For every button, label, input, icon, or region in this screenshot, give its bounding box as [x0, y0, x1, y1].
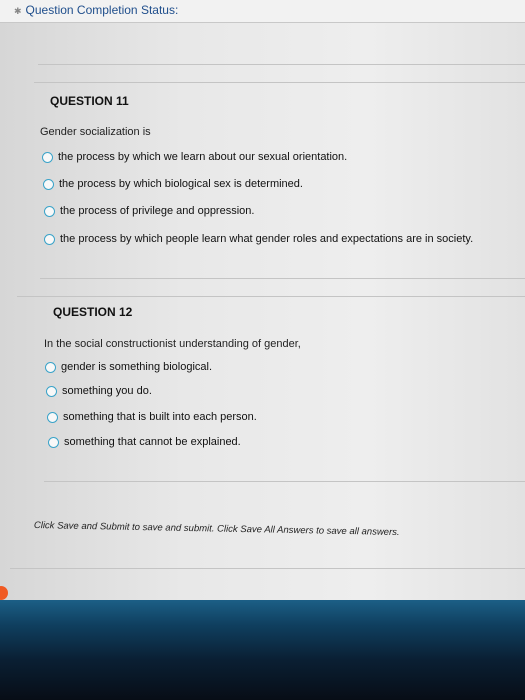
- expand-star-icon: ✱: [14, 6, 22, 16]
- question-11-option-1[interactable]: the process by which we learn about our …: [42, 151, 347, 163]
- radio-button[interactable]: [45, 361, 56, 373]
- divider: [17, 296, 525, 297]
- option-label: something that is built into each person…: [63, 411, 257, 423]
- radio-button[interactable]: [43, 178, 54, 190]
- question-11-title: QUESTION 11: [50, 94, 129, 108]
- question-completion-status-bar[interactable]: ✱ Question Completion Status:: [0, 0, 525, 23]
- question-12-option-4[interactable]: something that cannot be explained.: [48, 436, 241, 448]
- divider: [40, 278, 525, 279]
- question-completion-status-label: Question Completion Status:: [25, 3, 179, 17]
- option-label: gender is something biological.: [61, 361, 213, 373]
- question-completion-status-toggle[interactable]: ✱ Question Completion Status:: [14, 3, 178, 17]
- question-11-option-2[interactable]: the process by which biological sex is d…: [43, 178, 303, 190]
- radio-button[interactable]: [46, 385, 57, 397]
- question-12-option-3[interactable]: something that is built into each person…: [47, 411, 257, 423]
- assessment-page: ✱ Question Completion Status: QUESTION 11…: [0, 0, 525, 610]
- option-label: something you do.: [62, 385, 152, 397]
- divider: [44, 481, 525, 482]
- divider: [10, 568, 525, 569]
- divider: [38, 64, 525, 65]
- question-12-title: QUESTION 12: [53, 305, 133, 319]
- question-11-prompt: Gender socialization is: [40, 126, 151, 138]
- radio-button[interactable]: [48, 436, 59, 448]
- save-instructions: Click Save and Submit to save and submit…: [33, 520, 400, 539]
- divider: [34, 82, 525, 83]
- question-11-option-3[interactable]: the process of privilege and oppression.: [44, 205, 254, 217]
- screen-bottom-bezel: [0, 600, 525, 700]
- option-label: the process by which we learn about our …: [58, 151, 348, 163]
- radio-button[interactable]: [42, 151, 53, 163]
- radio-button[interactable]: [44, 205, 55, 217]
- option-label: the process of privilege and oppression.: [60, 205, 255, 217]
- radio-button[interactable]: [47, 411, 58, 423]
- radio-button[interactable]: [44, 233, 55, 245]
- option-label: the process by which biological sex is d…: [59, 178, 303, 190]
- question-11-option-4[interactable]: the process by which people learn what g…: [44, 233, 473, 245]
- question-12-option-2[interactable]: something you do.: [46, 385, 152, 397]
- question-12-prompt: In the social constructionist understand…: [44, 338, 301, 350]
- option-label: the process by which people learn what g…: [60, 233, 474, 245]
- question-12-option-1[interactable]: gender is something biological.: [45, 361, 212, 373]
- option-label: something that cannot be explained.: [64, 436, 241, 448]
